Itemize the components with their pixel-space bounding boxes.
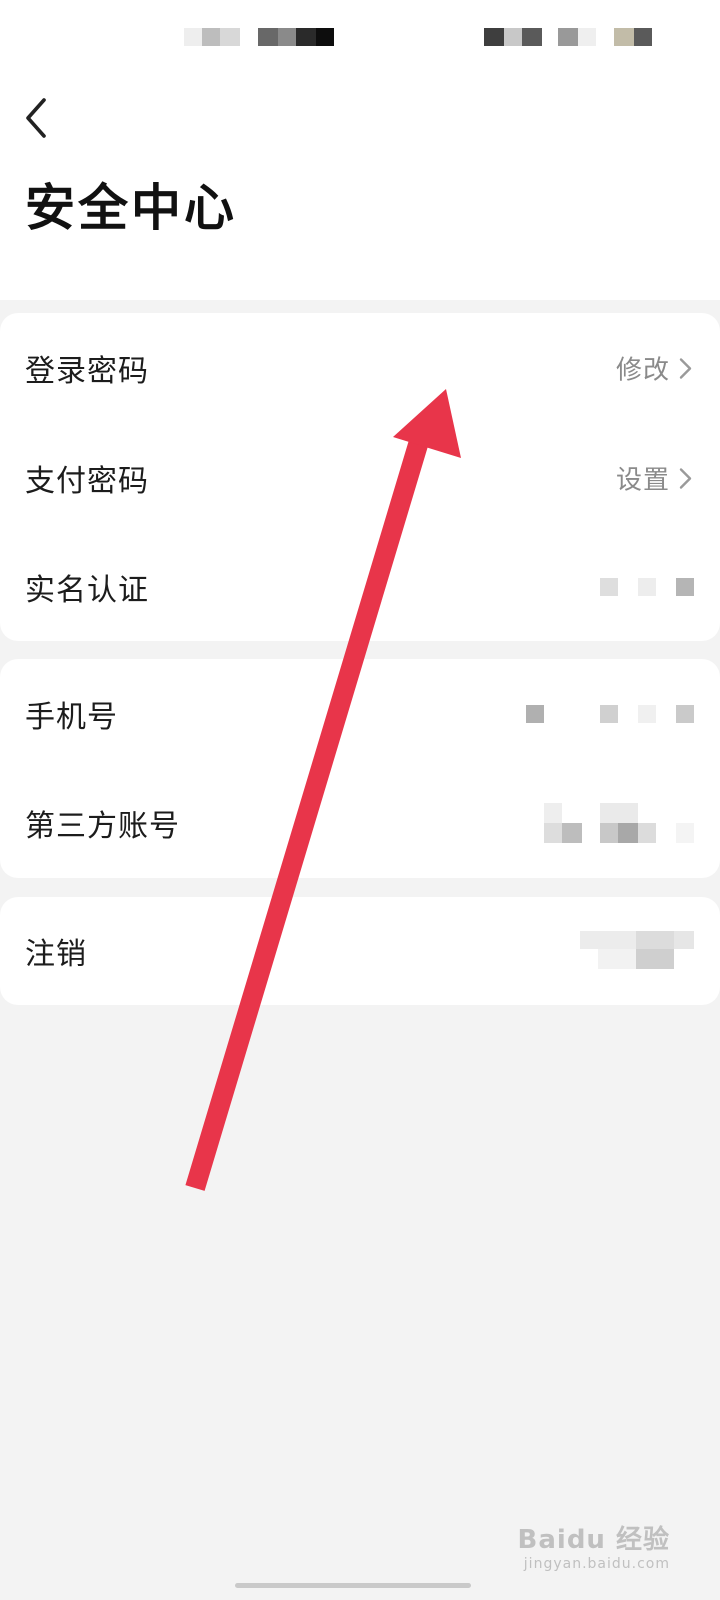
login-password-row[interactable]: 登录密码 修改 <box>0 313 720 423</box>
security-group-1: 登录密码 修改 支付密码 设置 实名认证 <box>0 313 720 641</box>
row-label: 第三方账号 <box>25 809 180 844</box>
status-pixel <box>634 28 652 46</box>
chevron-right-icon <box>679 357 692 379</box>
redacted-value <box>544 803 694 843</box>
account-cancellation-row[interactable]: 注销 <box>0 897 720 1005</box>
action-label: 修改 <box>615 355 670 386</box>
security-center-page: 安全中心 登录密码 修改 支付密码 设置 实名认证 手机号 第三方账号 注销 B… <box>0 0 720 1600</box>
modify-action[interactable]: 修改 <box>616 350 694 387</box>
set-action[interactable]: 设置 <box>616 460 694 497</box>
payment-password-row[interactable]: 支付密码 设置 <box>0 423 720 533</box>
status-pixel <box>296 28 316 46</box>
security-group-3: 注销 <box>0 897 720 1005</box>
watermark-brand: Baidu 经验 <box>517 1525 670 1555</box>
chevron-right-icon <box>679 467 692 489</box>
security-group-2: 手机号 第三方账号 <box>0 659 720 878</box>
watermark: Baidu 经验 jingyan.baidu.com <box>518 1519 670 1572</box>
status-pixel <box>558 28 578 46</box>
header: 安全中心 <box>0 0 720 300</box>
back-button[interactable] <box>18 96 58 140</box>
watermark-domain: jingyan.baidu.com <box>523 1556 670 1572</box>
status-pixel <box>220 28 240 46</box>
status-pixel <box>484 28 504 46</box>
status-pixel <box>522 28 542 46</box>
redacted-value <box>580 931 694 971</box>
status-bar <box>0 28 720 60</box>
chevron-left-icon <box>26 98 46 138</box>
row-label: 注销 <box>25 937 87 972</box>
redacted-value <box>600 567 694 607</box>
status-pixel <box>614 28 634 46</box>
redacted-value <box>526 694 694 734</box>
phone-number-row[interactable]: 手机号 <box>0 659 720 769</box>
row-label: 登录密码 <box>25 354 149 389</box>
action-label: 设置 <box>615 465 670 496</box>
real-name-verification-row[interactable]: 实名认证 <box>0 532 720 642</box>
status-pixel <box>258 28 278 46</box>
home-indicator[interactable] <box>235 1583 471 1588</box>
row-label: 实名认证 <box>25 573 149 608</box>
status-pixel <box>184 28 202 46</box>
row-label: 支付密码 <box>25 464 149 499</box>
row-label: 手机号 <box>25 700 118 735</box>
page-title: 安全中心 <box>25 179 237 237</box>
status-pixel <box>278 28 296 46</box>
status-pixel <box>316 28 334 46</box>
status-pixel <box>202 28 220 46</box>
status-pixel <box>504 28 522 46</box>
status-pixel <box>578 28 596 46</box>
third-party-account-row[interactable]: 第三方账号 <box>0 768 720 878</box>
